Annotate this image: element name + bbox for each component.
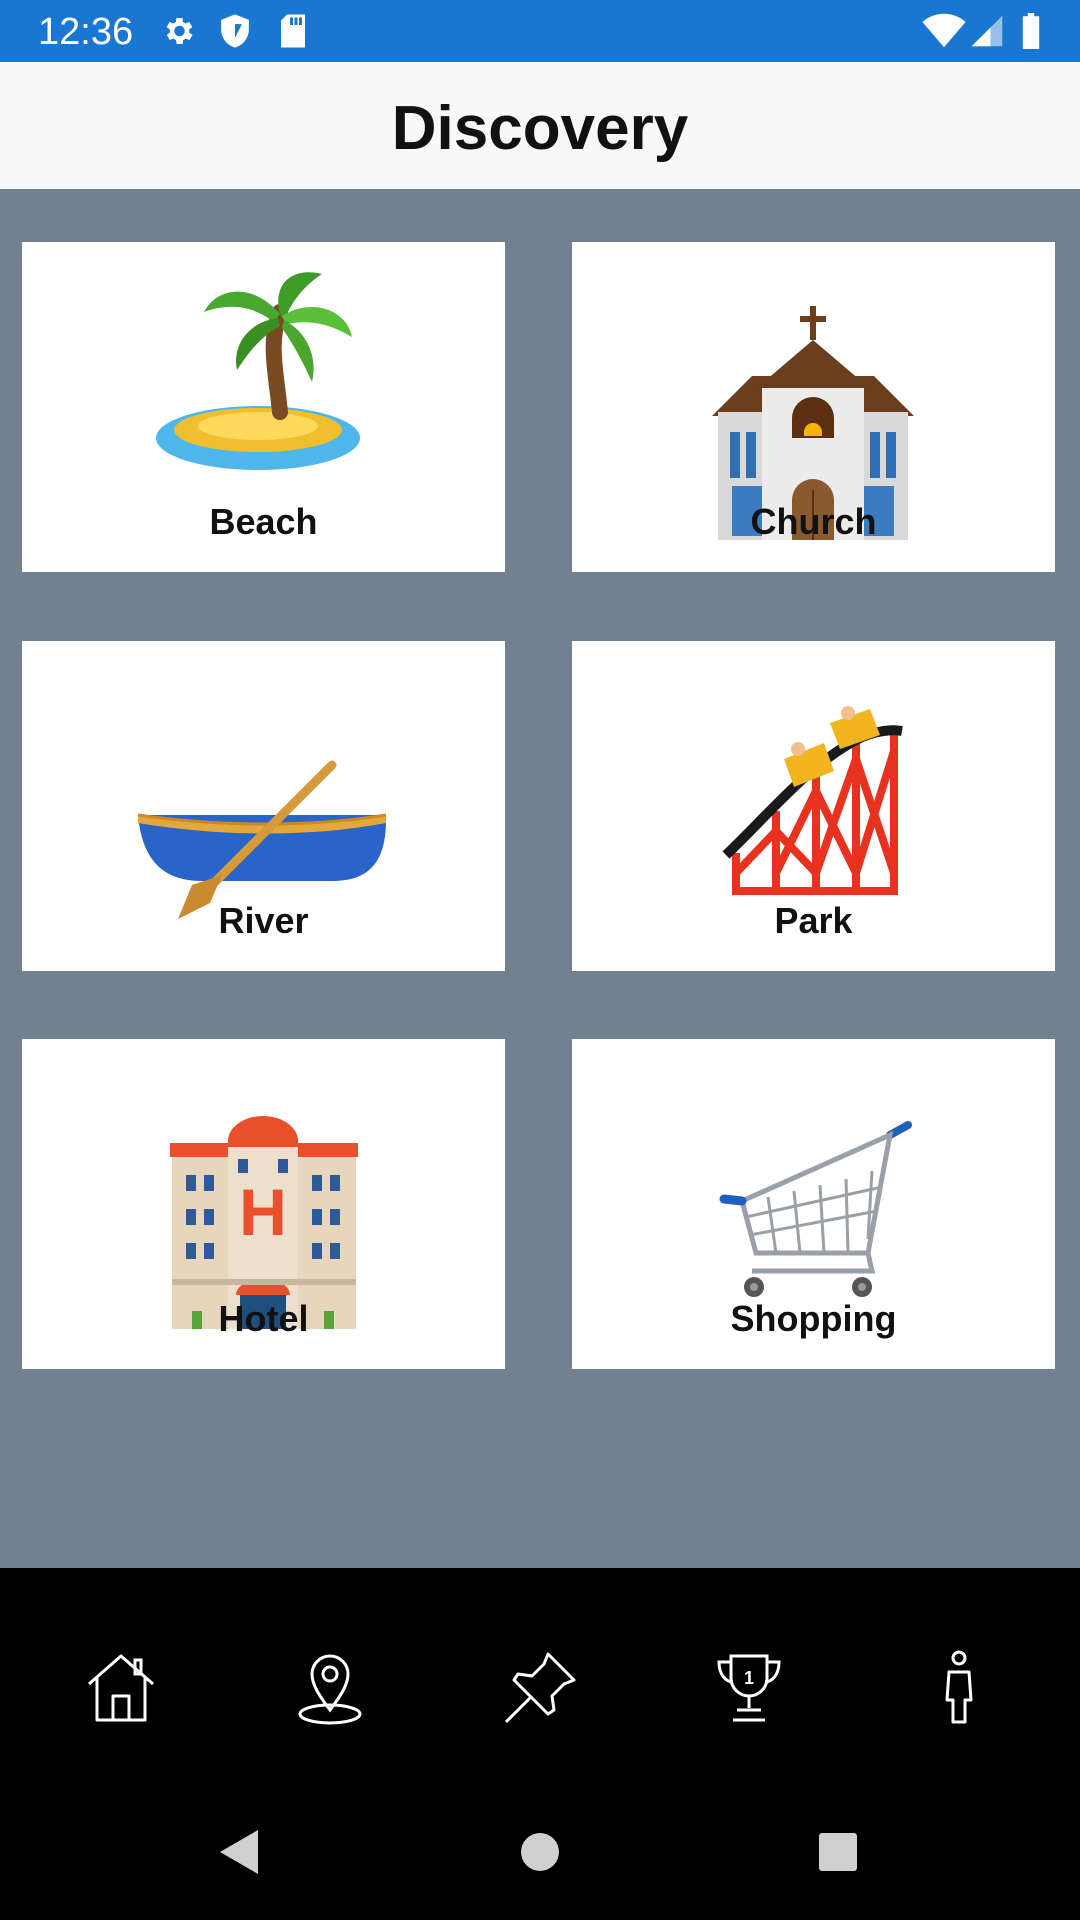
recents-icon[interactable]	[816, 1826, 860, 1878]
trophy-icon[interactable]: 1	[709, 1648, 789, 1728]
sd-card-icon	[281, 14, 305, 48]
shield-icon	[221, 14, 249, 48]
category-card-shopping[interactable]: Shopping	[572, 1039, 1055, 1369]
wifi-icon	[922, 13, 966, 48]
status-time: 12:36	[38, 11, 134, 53]
push-pin-icon[interactable]	[500, 1648, 580, 1728]
category-label: Beach	[209, 501, 318, 542]
bottom-nav: 1	[0, 1568, 1080, 1788]
map-pin-icon[interactable]	[290, 1648, 370, 1728]
category-card-beach[interactable]: Beach	[22, 242, 505, 572]
category-label: River	[218, 900, 309, 941]
status-bar: 12:36	[0, 0, 1080, 62]
category-card-park[interactable]: Park	[572, 641, 1055, 971]
svg-text:H: H	[239, 1175, 287, 1249]
category-card-hotel[interactable]: H Hotel	[22, 1039, 505, 1369]
person-icon[interactable]	[919, 1648, 999, 1728]
home-circle-icon[interactable]	[518, 1826, 562, 1878]
home-icon[interactable]	[81, 1648, 161, 1728]
signal-icon	[971, 15, 1003, 47]
svg-text:1: 1	[744, 1668, 754, 1688]
page-title: Discovery	[391, 94, 689, 163]
category-label: Shopping	[730, 1298, 897, 1339]
category-label: Hotel	[218, 1298, 309, 1339]
back-icon[interactable]	[214, 1826, 264, 1878]
system-nav	[0, 1788, 1080, 1920]
app-header: Discovery	[0, 62, 1080, 189]
category-label: Church	[750, 501, 877, 542]
category-label: Park	[774, 900, 853, 941]
battery-icon	[1022, 13, 1040, 49]
category-card-river[interactable]: River	[22, 641, 505, 971]
category-card-church[interactable]: Church	[572, 242, 1055, 572]
gear-icon	[166, 17, 193, 45]
